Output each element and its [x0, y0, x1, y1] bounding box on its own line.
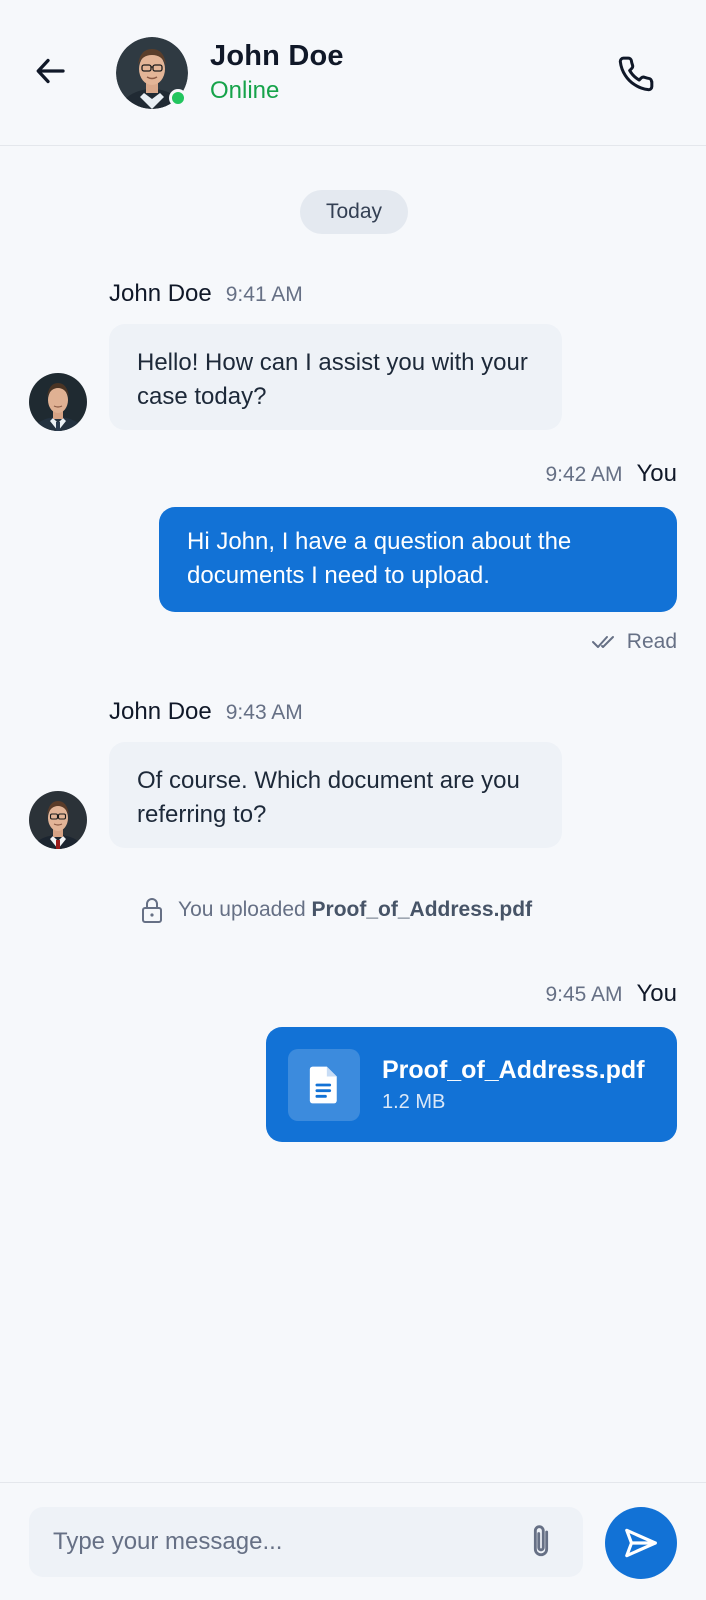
lock-icon	[142, 898, 162, 923]
message-sender: You	[636, 460, 678, 487]
file-info: Proof_of_Address.pdf 1.2 MB	[382, 1056, 645, 1114]
upload-system-note: You uploaded Proof_of_Address.pdf	[140, 896, 532, 924]
message-input[interactable]	[51, 1507, 501, 1577]
message-time: 9:43 AM	[225, 701, 303, 724]
message-sender: John Doe	[109, 280, 212, 307]
back-button[interactable]	[30, 50, 72, 92]
message-input-container	[29, 1507, 583, 1577]
document-icon	[309, 1066, 337, 1103]
system-note-file: Proof_of_Address.pdf	[311, 898, 533, 921]
system-note-text: You uploaded	[178, 898, 306, 921]
call-button[interactable]	[614, 52, 658, 96]
incoming-message-bubble[interactable]: Of course. Which document are you referr…	[109, 742, 562, 848]
paperclip-icon	[533, 1525, 549, 1557]
chat-header: John Doe Online	[0, 0, 706, 146]
avatar-image	[29, 791, 87, 849]
contact-status: Online	[210, 77, 280, 104]
read-receipt: Read	[591, 630, 677, 654]
message-meta: John Doe 9:41 AM	[109, 280, 303, 308]
incoming-message-bubble[interactable]: Hello! How can I assist you with your ca…	[109, 324, 562, 430]
file-attachment-bubble[interactable]: Proof_of_Address.pdf 1.2 MB	[266, 1027, 677, 1142]
chat-screen: John Doe Online Today John Doe 9:41 AM H…	[0, 0, 706, 1600]
message-text: Of course. Which document are you referr…	[137, 767, 520, 828]
message-meta: 9:45 AM You	[545, 980, 677, 1008]
double-check-icon	[591, 636, 614, 648]
message-time: 9:45 AM	[545, 983, 623, 1006]
message-text: Hi John, I have a question about the doc…	[187, 528, 572, 589]
message-time: 9:42 AM	[545, 463, 623, 486]
phone-icon	[618, 56, 654, 92]
contact-name: John Doe	[210, 40, 344, 72]
file-size: 1.2 MB	[382, 1090, 446, 1113]
contact-avatar[interactable]	[116, 37, 188, 109]
file-icon-container	[288, 1048, 360, 1121]
date-divider: Today	[300, 190, 408, 234]
file-name: Proof_of_Address.pdf	[382, 1055, 645, 1084]
read-status-text: Read	[626, 630, 677, 653]
send-button[interactable]	[605, 1507, 677, 1579]
message-meta: John Doe 9:43 AM	[109, 698, 303, 726]
online-indicator	[169, 89, 187, 107]
arrow-left-icon	[36, 58, 65, 84]
sender-avatar[interactable]	[29, 373, 87, 431]
avatar-image	[29, 373, 87, 431]
message-composer	[0, 1482, 706, 1600]
message-meta: 9:42 AM You	[545, 460, 677, 488]
message-sender: John Doe	[109, 698, 212, 725]
send-icon	[625, 1528, 657, 1558]
outgoing-message-bubble[interactable]: Hi John, I have a question about the doc…	[159, 507, 677, 612]
message-time: 9:41 AM	[225, 283, 303, 306]
attach-button[interactable]	[521, 1522, 561, 1562]
message-sender: You	[636, 980, 678, 1007]
sender-avatar[interactable]	[29, 791, 87, 849]
message-text: Hello! How can I assist you with your ca…	[137, 349, 528, 410]
